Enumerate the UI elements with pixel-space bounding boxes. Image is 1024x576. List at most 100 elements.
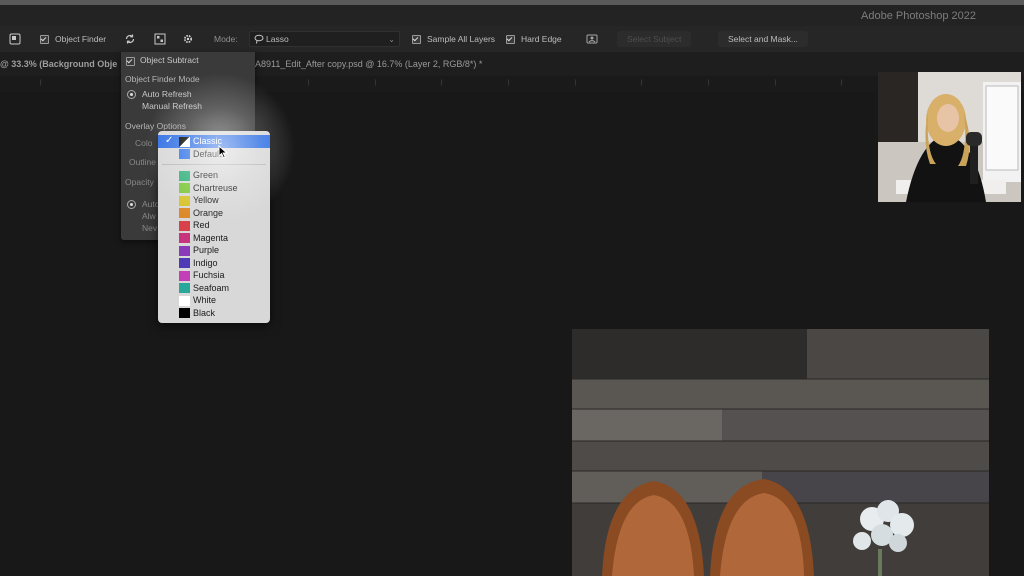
document-tab-2[interactable]: A8911_Edit_After copy.psd @ 16.7% (Layer… xyxy=(255,59,482,69)
color-option-yellow[interactable]: Yellow xyxy=(158,194,270,207)
color-option-classic[interactable]: ✓ Classic xyxy=(158,135,270,148)
color-option-default[interactable]: Default xyxy=(158,148,270,161)
lasso-icon xyxy=(254,34,264,44)
title-bar: Adobe Photoshop 2022 xyxy=(0,5,1024,26)
mouse-pointer-icon xyxy=(218,144,229,161)
outline-label: Outline xyxy=(129,157,156,167)
color-option-magenta[interactable]: Magenta xyxy=(158,232,270,245)
overlay-options-heading: Overlay Options xyxy=(125,121,186,131)
select-subject-icon xyxy=(585,32,599,46)
ruler-tick: | xyxy=(841,80,843,86)
color-swatch xyxy=(179,270,190,281)
color-swatch xyxy=(179,258,190,268)
color-label: Colo xyxy=(135,138,153,148)
settings-button[interactable] xyxy=(181,26,195,52)
refresh-button[interactable] xyxy=(123,26,137,52)
ruler-tick: | xyxy=(308,80,310,86)
ruler-tick: | xyxy=(775,80,777,86)
color-option-white[interactable]: White xyxy=(158,294,270,307)
color-option-label: Chartreuse xyxy=(193,182,238,193)
color-swatch xyxy=(179,220,190,231)
object-finder-mode-heading: Object Finder Mode xyxy=(125,74,200,84)
color-option-label: Indigo xyxy=(193,257,218,268)
color-option-orange[interactable]: Orange xyxy=(158,207,270,220)
overlay-color-menu: ✓ Classic Default Green Chartreuse Yello… xyxy=(158,131,270,323)
color-swatch xyxy=(179,195,190,206)
ruler-tick: | xyxy=(40,80,42,86)
webcam-overlay xyxy=(878,72,1021,202)
ruler-tick: | xyxy=(375,80,377,86)
manual-refresh-label[interactable]: Manual Refresh xyxy=(142,101,202,111)
object-finder-toggle[interactable]: Object Finder xyxy=(40,26,106,52)
color-option-label: Fuchsia xyxy=(193,270,225,280)
select-and-mask-button[interactable]: Select and Mask... xyxy=(718,26,808,52)
sample-all-layers-toggle[interactable]: Sample All Layers xyxy=(412,26,495,52)
color-option-label: Orange xyxy=(193,207,224,218)
mode-label: Mode: xyxy=(214,34,238,44)
color-option-indigo[interactable]: Indigo xyxy=(158,257,270,270)
color-option-red[interactable]: Red xyxy=(158,219,270,232)
mode-dropdown[interactable]: Lasso ⌄ xyxy=(249,26,400,52)
object-subtract-checkbox[interactable] xyxy=(126,57,135,66)
ruler-tick: | xyxy=(641,80,643,86)
show-all-objects-icon xyxy=(153,32,167,46)
color-option-label: Black xyxy=(193,307,216,318)
refresh-icon xyxy=(123,32,137,46)
auto-label: Auto xyxy=(142,199,160,209)
options-bar: Object Finder Mode: Lasso ⌄ Sample All L… xyxy=(0,26,1024,52)
tool-preset-button[interactable] xyxy=(8,26,22,52)
object-subtract-label: Object Subtract xyxy=(140,55,199,65)
color-option-green[interactable]: Green xyxy=(158,169,270,182)
ruler-tick: | xyxy=(708,80,710,86)
checkmark-icon: ✓ xyxy=(165,135,174,146)
color-option-black[interactable]: Black xyxy=(158,307,270,320)
sample-all-layers-label: Sample All Layers xyxy=(427,34,496,44)
color-option-label: Green xyxy=(193,170,219,180)
menu-separator xyxy=(162,164,266,165)
color-swatch xyxy=(179,245,190,256)
app-title: Adobe Photoshop 2022 xyxy=(861,10,976,22)
document-photo xyxy=(572,329,989,576)
color-option-purple[interactable]: Purple xyxy=(158,244,270,257)
select-and-mask-label: Select and Mask... xyxy=(718,31,808,47)
color-option-fuchsia[interactable]: Fuchsia xyxy=(158,269,270,282)
chevron-down-icon: ⌄ xyxy=(388,34,395,44)
color-swatch xyxy=(179,208,190,218)
object-finder-label: Object Finder xyxy=(55,34,107,44)
color-option-label: White xyxy=(193,295,217,305)
auto-refresh-radio[interactable] xyxy=(127,90,136,99)
color-swatch xyxy=(179,233,190,243)
auto-refresh-label: Auto Refresh xyxy=(142,89,192,99)
color-option-chartreuse[interactable]: Chartreuse xyxy=(158,182,270,195)
always-label[interactable]: Alw xyxy=(142,211,156,221)
color-option-label: Yellow xyxy=(193,195,219,205)
color-swatch xyxy=(179,170,190,181)
color-option-seafoam[interactable]: Seafoam xyxy=(158,282,270,295)
ruler-tick: | xyxy=(575,80,577,86)
never-label[interactable]: Nev xyxy=(142,223,157,233)
default-swatch xyxy=(179,149,190,159)
select-subject-icon-button[interactable] xyxy=(585,26,599,52)
select-subject-label: Select Subject xyxy=(617,31,692,47)
document-tab-1[interactable]: @ 33.3% (Background Obje xyxy=(0,59,117,69)
ruler-tick: | xyxy=(508,80,510,86)
tool-preset-icon xyxy=(8,32,22,46)
opacity-label: Opacity xyxy=(125,177,154,187)
color-swatch xyxy=(179,283,190,293)
show-all-objects-button[interactable] xyxy=(153,26,167,52)
hard-edge-label: Hard Edge xyxy=(521,34,562,44)
color-option-label: Magenta xyxy=(193,232,229,243)
gear-icon xyxy=(181,32,195,46)
ruler-tick: | xyxy=(441,80,443,86)
classic-swatch xyxy=(179,136,190,147)
select-subject-button[interactable]: Select Subject xyxy=(617,26,692,52)
sample-all-layers-checkbox[interactable] xyxy=(412,34,421,44)
color-option-label: Purple xyxy=(193,245,220,255)
hard-edge-toggle[interactable]: Hard Edge xyxy=(506,26,562,52)
color-swatch xyxy=(179,183,190,193)
color-option-label: Seafoam xyxy=(193,282,230,293)
color-swatch xyxy=(179,308,190,318)
object-finder-checkbox[interactable] xyxy=(40,34,49,44)
hard-edge-checkbox[interactable] xyxy=(506,34,515,44)
auto-radio[interactable] xyxy=(127,200,136,209)
